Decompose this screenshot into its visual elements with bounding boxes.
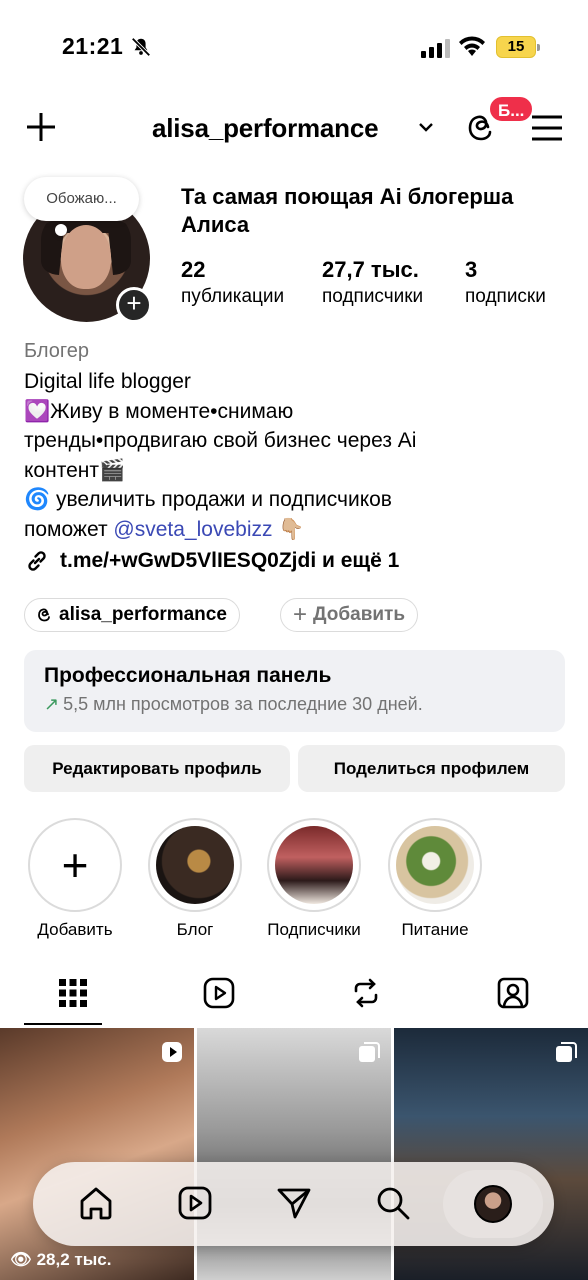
bio-line: Digital life blogger (24, 370, 191, 393)
highlight-ring (148, 818, 242, 912)
profile-category: Блогер (24, 340, 90, 362)
bio-line: контент🎬 (24, 458, 126, 482)
active-tab-indicator (24, 1023, 102, 1025)
highlight-label: Питание (401, 920, 469, 939)
post-views-count: 28,2 тыс. (36, 1250, 112, 1269)
note-bubble[interactable]: Обожаю... (24, 177, 139, 221)
nav-profile-tab[interactable] (443, 1170, 543, 1238)
bio-line: 💟Живу в моменте•снимаю (24, 399, 294, 423)
following-label[interactable]: подписки (465, 286, 546, 308)
note-bubble-tail (55, 224, 67, 236)
threads-profile-pill[interactable]: alisa_performance (24, 598, 240, 632)
plus-icon: + (61, 839, 89, 891)
trend-up-icon: ↗ (44, 694, 60, 714)
add-story-button[interactable]: + (116, 287, 152, 323)
profile-username-switcher[interactable]: alisa_performance (152, 113, 379, 144)
carousel-icon (359, 1042, 380, 1062)
plus-icon: + (293, 601, 308, 628)
posts-label[interactable]: публикации (181, 286, 284, 308)
wifi-icon (459, 36, 485, 56)
professional-dashboard[interactable]: Профессиональная панель ↗ 5,5 млн просмот… (24, 650, 565, 732)
highlight-ring (388, 818, 482, 912)
add-pill-label: Добавить (313, 604, 406, 625)
edit-profile-button[interactable]: Редактировать профиль (24, 745, 290, 792)
pro-dashboard-subtitle: 5,5 млн просмотров за последние 30 дней. (63, 694, 423, 714)
highlight-cover (396, 826, 474, 904)
highlight-label: Добавить (37, 920, 113, 939)
signal-icon (421, 39, 450, 58)
tagged-icon[interactable] (495, 975, 531, 1011)
reels-icon[interactable] (176, 1184, 214, 1222)
profile-link-text[interactable]: t.me/+wGwD5VlIESQ0Zjdi и ещё 1 (60, 549, 399, 573)
search-icon[interactable] (374, 1184, 412, 1222)
eye-icon: 👁 (10, 1250, 32, 1269)
highlight-add[interactable]: + Добавить (27, 818, 123, 940)
reposts-icon[interactable] (348, 975, 384, 1011)
highlight-subscribers[interactable]: Подписчики (266, 818, 362, 940)
followers-count[interactable]: 27,7 тыс. (322, 257, 419, 283)
battery-indicator: 15 (496, 36, 540, 58)
followers-label[interactable]: подписчики (322, 286, 423, 308)
add-pill-button[interactable]: + Добавить (280, 598, 419, 632)
grid-icon[interactable] (55, 975, 91, 1011)
bio-mention-link[interactable]: @sveta_lovebizz (113, 518, 272, 541)
posts-count[interactable]: 22 (181, 257, 205, 283)
profile-link[interactable]: t.me/+wGwD5VlIESQ0Zjdi и ещё 1 (24, 548, 399, 574)
pro-dashboard-title: Профессиональная панель (44, 664, 332, 687)
following-count[interactable]: 3 (465, 257, 477, 283)
bell-off-icon (131, 37, 151, 57)
menu-icon[interactable] (530, 113, 564, 143)
pro-dashboard-subtitle-row: ↗ 5,5 млн просмотров за последние 30 дней… (44, 694, 545, 715)
plus-icon[interactable] (24, 110, 58, 144)
profile-bio: Digital life blogger 💟Живу в моменте•сни… (24, 367, 544, 544)
threads-icon (38, 608, 50, 621)
highlight-cover (275, 826, 353, 904)
display-name: Та самая поющая Ai блогерша Алиса (181, 184, 514, 237)
highlight-label: Блог (176, 920, 214, 939)
bio-text: 👇🏼 (272, 517, 305, 541)
status-time: 21:21 (62, 33, 124, 59)
nav-profile-avatar[interactable] (474, 1185, 512, 1223)
bio-line: 🌀 увеличить продажи и подписчиков (24, 488, 392, 511)
highlight-cover (156, 826, 234, 904)
post-views: 👁 28,2 тыс. (10, 1250, 111, 1270)
bio-line: тренды•продвигаю свой бизнес через Ai (24, 429, 417, 452)
bio-text: поможет (24, 517, 114, 541)
send-icon[interactable] (275, 1184, 313, 1222)
threads-pill-label: alisa_performance (59, 604, 227, 625)
bottom-navigation (33, 1162, 554, 1246)
reels-icon[interactable] (201, 975, 237, 1011)
bio-line: поможет @sveta_lovebizz 👇🏼 (24, 515, 544, 545)
highlight-nutrition[interactable]: Питание (387, 818, 483, 940)
highlight-label: Подписчики (267, 920, 361, 939)
share-profile-button[interactable]: Поделиться профилем (298, 745, 565, 792)
link-icon (28, 551, 46, 571)
highlight-ring (267, 818, 361, 912)
notification-badge[interactable]: Б... (488, 95, 535, 123)
chevron-down-icon[interactable] (417, 120, 435, 134)
reel-icon (162, 1042, 182, 1062)
carousel-icon (556, 1042, 577, 1062)
home-icon[interactable] (77, 1184, 115, 1222)
highlight-blog[interactable]: Блог (147, 818, 243, 940)
highlight-ring: + (28, 818, 122, 912)
